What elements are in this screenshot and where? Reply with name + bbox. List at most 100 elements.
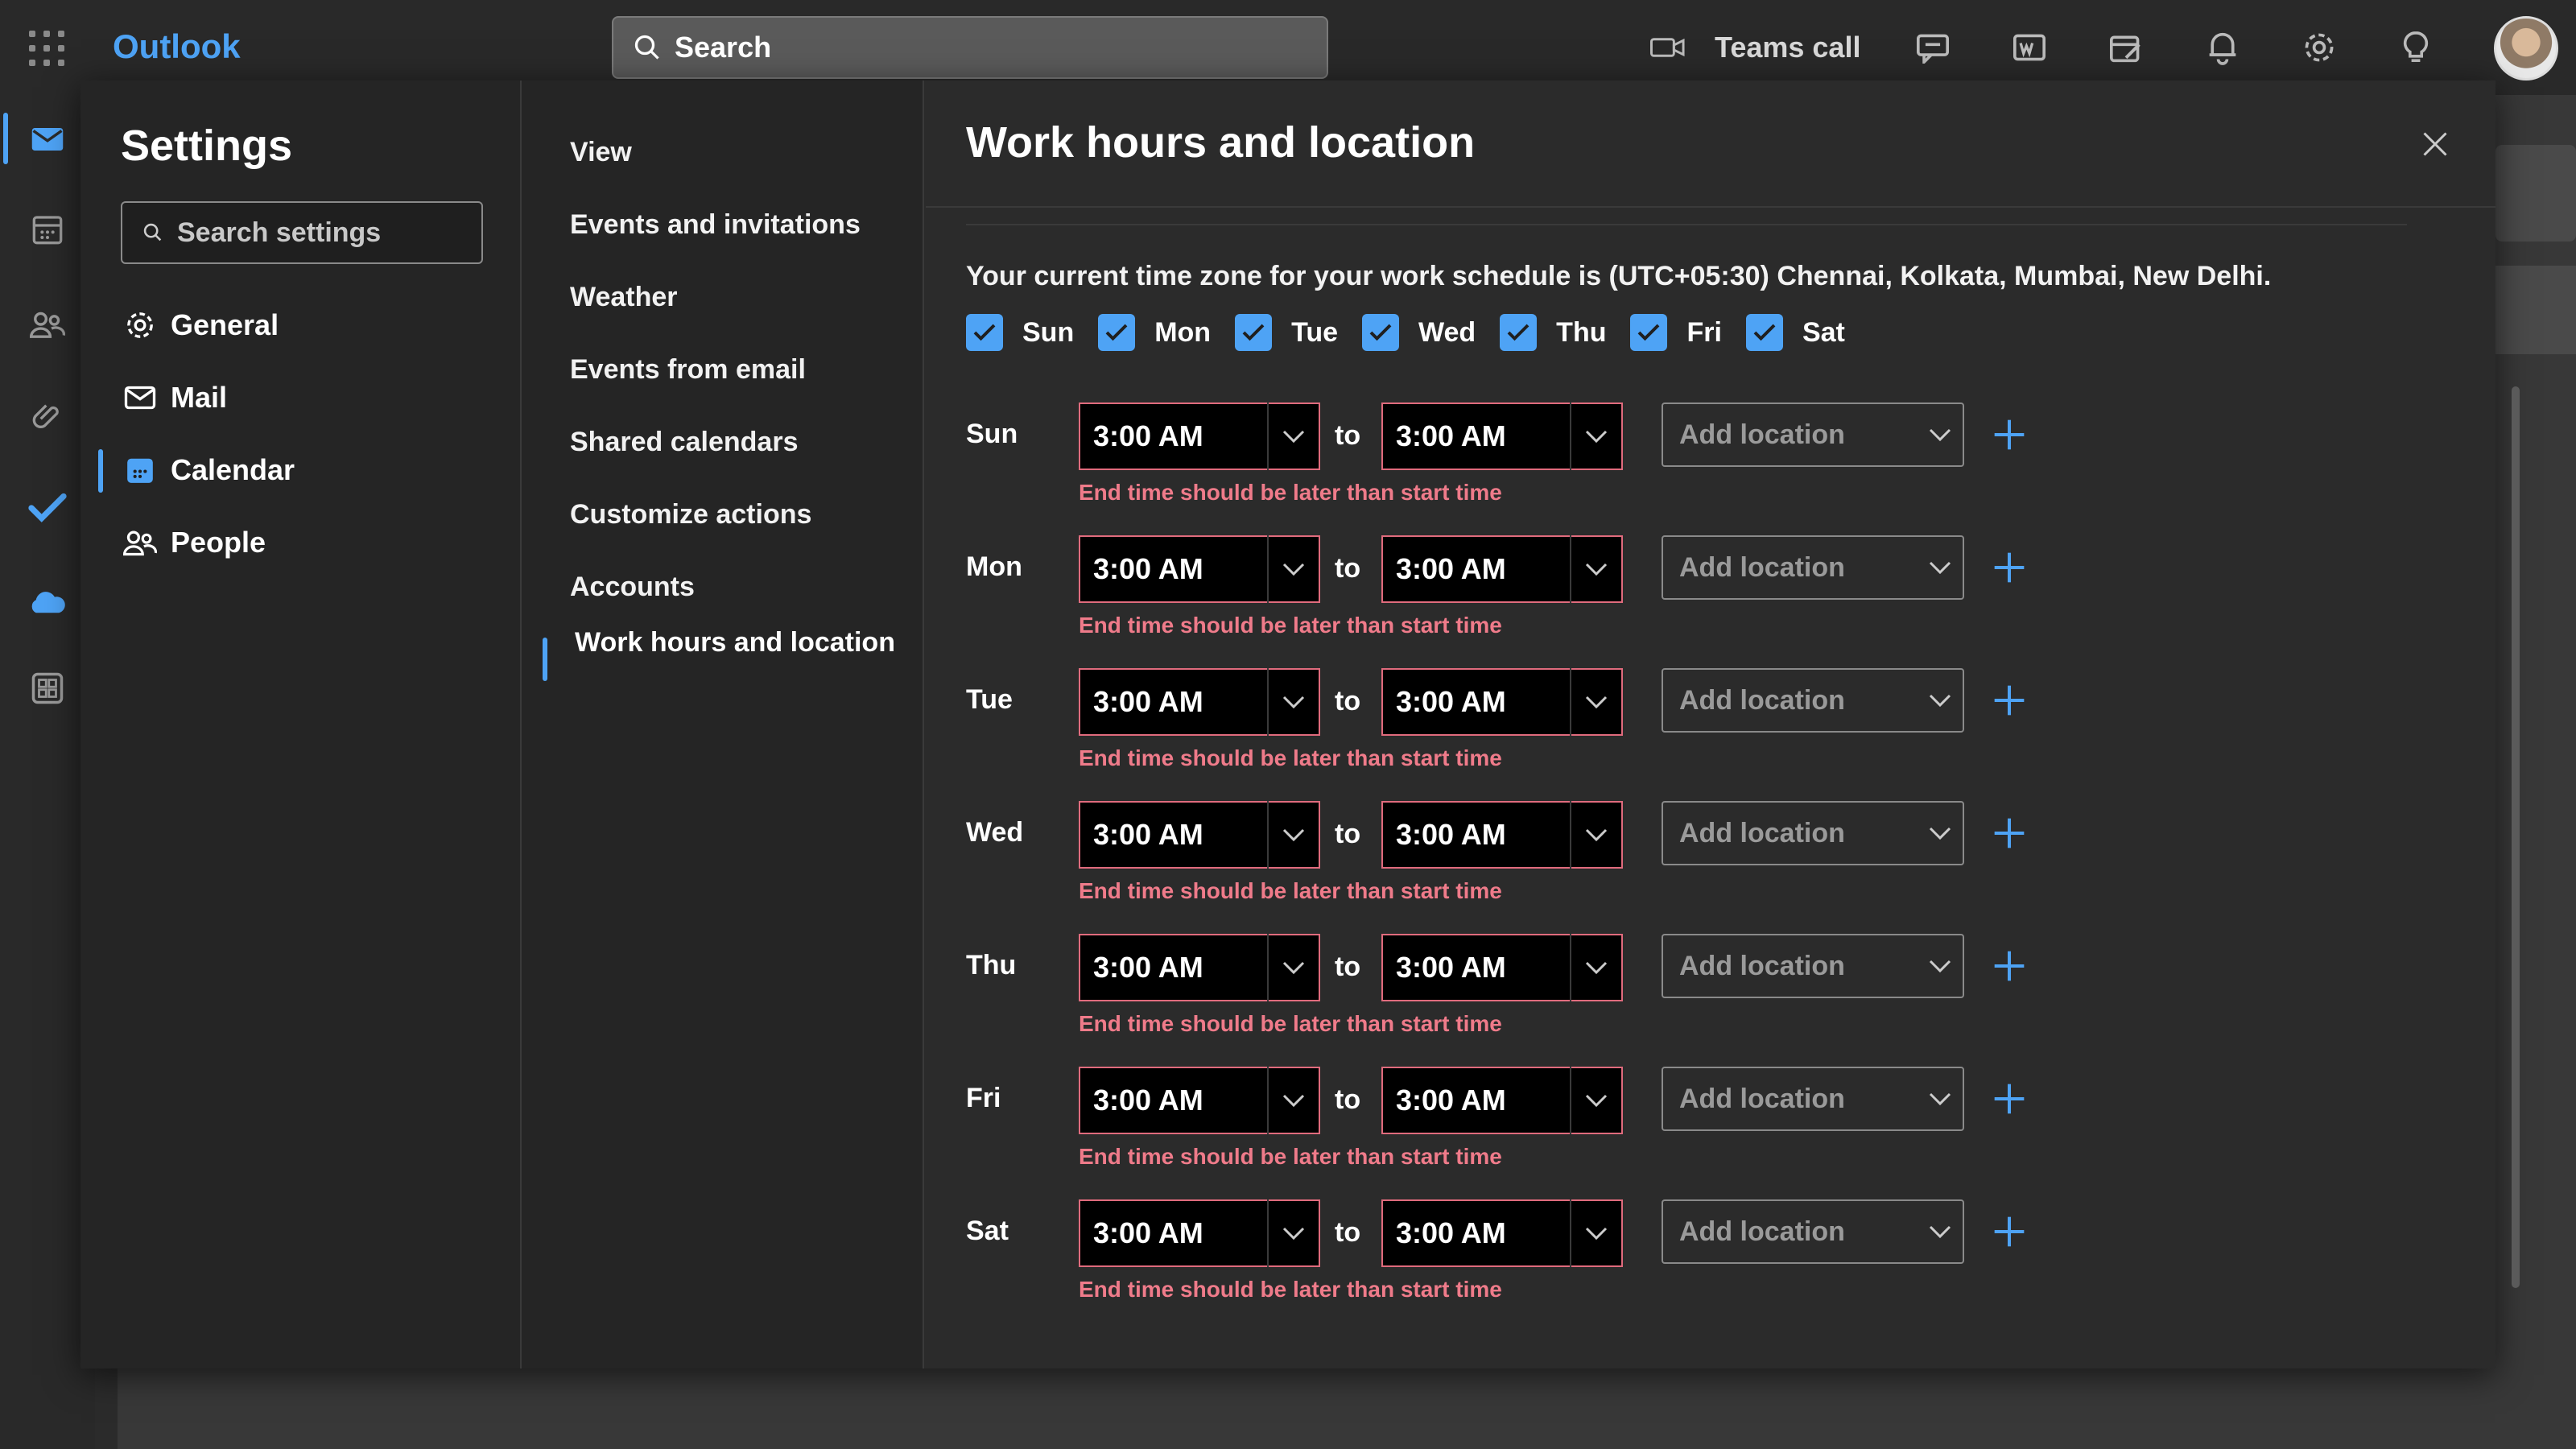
chevron-down-icon[interactable]	[1267, 1199, 1319, 1267]
chevron-down-icon[interactable]	[1267, 668, 1319, 736]
chevron-down-icon[interactable]	[1570, 1199, 1621, 1267]
workdays-checkboxes: Sun Mon Tue Wed Thu Fri Sat	[966, 314, 1869, 351]
location-select[interactable]: Add location	[1662, 535, 1964, 600]
location-select[interactable]: Add location	[1662, 1199, 1964, 1264]
location-select[interactable]: Add location	[1662, 402, 1964, 467]
checkbox-mon[interactable]: Mon	[1098, 314, 1211, 351]
add-time-button[interactable]	[1988, 681, 2030, 723]
subnav-item-weather[interactable]: Weather	[570, 282, 678, 313]
nav-item-people[interactable]: People	[122, 518, 266, 567]
chevron-down-icon[interactable]	[1267, 801, 1319, 869]
people-icon	[122, 525, 158, 560]
word-icon[interactable]	[2005, 23, 2054, 72]
subnav-item-events-invitations[interactable]: Events and invitations	[570, 209, 861, 241]
checkbox-fri[interactable]: Fri	[1630, 314, 1722, 351]
location-select[interactable]: Add location	[1662, 934, 1964, 998]
nav-item-general[interactable]: General	[122, 301, 279, 349]
subnav-item-view[interactable]: View	[570, 137, 632, 168]
chevron-down-icon[interactable]	[1570, 402, 1621, 470]
start-time-select[interactable]: 3:00 AM	[1079, 402, 1320, 470]
plus-icon	[1992, 550, 2027, 589]
subnav-item-shared-calendars[interactable]: Shared calendars	[570, 427, 798, 458]
start-time-select[interactable]: 3:00 AM	[1079, 1199, 1320, 1267]
background-panel	[2496, 266, 2576, 354]
start-time-select[interactable]: 3:00 AM	[1079, 801, 1320, 869]
end-time-select[interactable]: 3:00 AM	[1381, 934, 1623, 1001]
start-time-select[interactable]: 3:00 AM	[1079, 1067, 1320, 1134]
app-title[interactable]: Outlook	[113, 27, 241, 66]
subnav-item-customize-actions[interactable]: Customize actions	[570, 499, 811, 530]
start-time-select[interactable]: 3:00 AM	[1079, 535, 1320, 603]
calendar-edit-icon[interactable]	[2102, 23, 2150, 72]
attachment-icon[interactable]	[27, 396, 68, 436]
subnav-item-accounts[interactable]: Accounts	[570, 572, 695, 603]
app-launcher-icon[interactable]	[29, 31, 64, 66]
end-time-select[interactable]: 3:00 AM	[1381, 668, 1623, 736]
chevron-down-icon[interactable]	[1918, 427, 1963, 442]
chevron-down-icon[interactable]	[1570, 668, 1621, 736]
calendar-icon[interactable]	[27, 209, 68, 250]
chevron-down-icon[interactable]	[1570, 535, 1621, 603]
location-select[interactable]: Add location	[1662, 1067, 1964, 1131]
checkbox-tue[interactable]: Tue	[1235, 314, 1338, 351]
chevron-down-icon[interactable]	[1918, 959, 1963, 973]
start-time-value: 3:00 AM	[1093, 419, 1203, 452]
mail-icon[interactable]	[27, 119, 68, 159]
add-time-button[interactable]	[1988, 814, 2030, 856]
chevron-down-icon[interactable]	[1570, 934, 1621, 1001]
checkbox-sat[interactable]: Sat	[1745, 314, 1845, 351]
end-time-select[interactable]: 3:00 AM	[1381, 1199, 1623, 1267]
chevron-down-icon[interactable]	[1918, 1092, 1963, 1106]
search-input[interactable]: Search	[612, 16, 1328, 79]
add-time-button[interactable]	[1988, 1212, 2030, 1254]
subnav-item-events-from-email[interactable]: Events from email	[570, 354, 806, 386]
bell-icon[interactable]	[2198, 23, 2247, 72]
onedrive-icon[interactable]	[27, 581, 68, 621]
add-time-button[interactable]	[1988, 1080, 2030, 1121]
chevron-down-icon[interactable]	[1918, 826, 1963, 840]
teams-call-button[interactable]: Teams call	[1650, 31, 1860, 64]
checkbox-sun[interactable]: Sun	[966, 314, 1074, 351]
start-time-select[interactable]: 3:00 AM	[1079, 668, 1320, 736]
end-time-select[interactable]: 3:00 AM	[1381, 402, 1623, 470]
start-time-select[interactable]: 3:00 AM	[1079, 934, 1320, 1001]
nav-item-calendar[interactable]: Calendar	[122, 446, 295, 494]
error-message: End time should be later than start time	[1079, 613, 1502, 638]
chevron-down-icon[interactable]	[1570, 801, 1621, 869]
avatar[interactable]	[2494, 16, 2558, 80]
search-icon	[143, 223, 162, 242]
add-time-button[interactable]	[1988, 947, 2030, 989]
people-icon[interactable]	[27, 304, 68, 345]
gear-icon[interactable]	[2295, 23, 2343, 72]
end-time-select[interactable]: 3:00 AM	[1381, 801, 1623, 869]
subnav-item-work-hours[interactable]: Work hours and location	[570, 621, 900, 663]
chevron-down-icon[interactable]	[1918, 560, 1963, 575]
checkbox-thu[interactable]: Thu	[1500, 314, 1606, 351]
add-time-button[interactable]	[1988, 548, 2030, 590]
chevron-down-icon[interactable]	[1267, 934, 1319, 1001]
chevron-down-icon[interactable]	[1570, 1067, 1621, 1134]
end-time-select[interactable]: 3:00 AM	[1381, 1067, 1623, 1134]
scrollbar[interactable]	[2512, 386, 2520, 1288]
todo-icon[interactable]	[27, 488, 68, 528]
apps-icon[interactable]	[27, 668, 68, 708]
chat-icon[interactable]	[1909, 23, 1957, 72]
location-select[interactable]: Add location	[1662, 801, 1964, 865]
close-button[interactable]	[2415, 124, 2455, 164]
chevron-down-icon[interactable]	[1267, 535, 1319, 603]
chevron-down-icon[interactable]	[1918, 693, 1963, 708]
location-select[interactable]: Add location	[1662, 668, 1964, 733]
end-time-value: 3:00 AM	[1396, 951, 1506, 984]
nav-item-mail[interactable]: Mail	[122, 374, 227, 422]
schedule-row-fri: Fri 3:00 AM to 3:00 AM Add location End time …	[966, 1067, 2174, 1187]
chevron-down-icon[interactable]	[1918, 1224, 1963, 1239]
end-time-select[interactable]: 3:00 AM	[1381, 535, 1623, 603]
gear-icon	[122, 308, 158, 343]
lightbulb-icon[interactable]	[2392, 23, 2440, 72]
chevron-down-icon[interactable]	[1267, 402, 1319, 470]
chevron-down-icon[interactable]	[1267, 1067, 1319, 1134]
to-label: to	[1335, 686, 1361, 716]
settings-search-input[interactable]: Search settings	[121, 201, 483, 264]
checkbox-wed[interactable]: Wed	[1362, 314, 1476, 351]
add-time-button[interactable]	[1988, 415, 2030, 457]
